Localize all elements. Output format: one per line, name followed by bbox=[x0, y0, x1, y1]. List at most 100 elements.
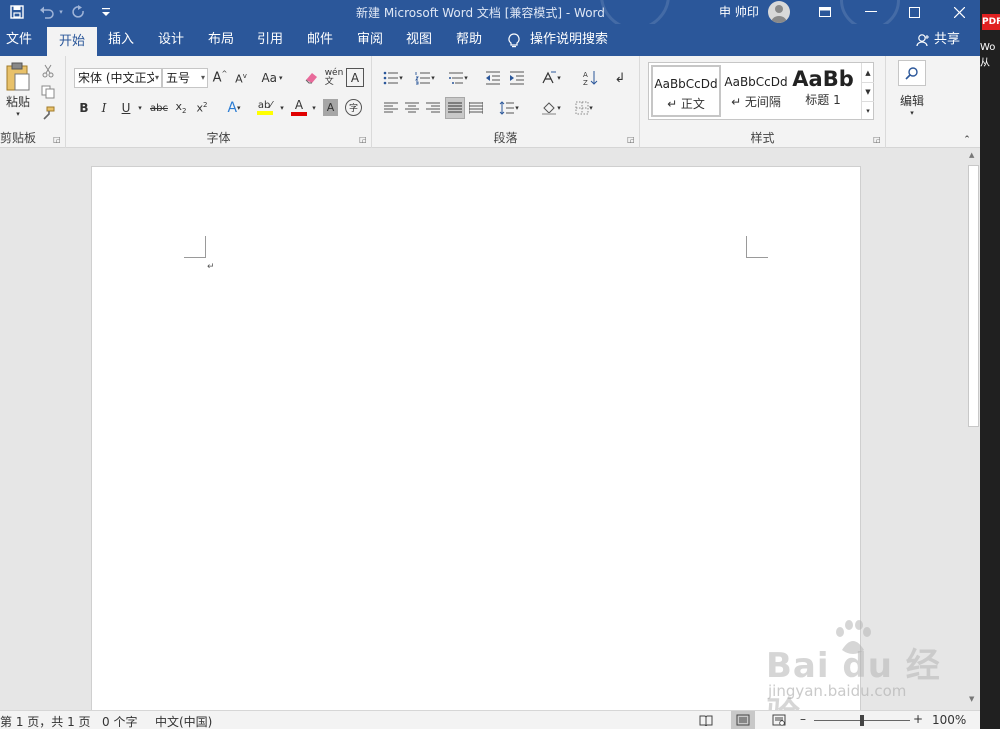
scroll-up-arrow-icon[interactable]: ▲ bbox=[969, 151, 974, 159]
tab-layout[interactable]: 布局 bbox=[208, 24, 234, 56]
tab-insert[interactable]: 插入 bbox=[108, 24, 134, 56]
tab-file[interactable]: 文件 bbox=[6, 24, 32, 56]
web-layout-button[interactable] bbox=[770, 712, 788, 728]
tab-review[interactable]: 审阅 bbox=[357, 24, 383, 56]
font-size-combo[interactable]: 五号 ▾ bbox=[162, 68, 208, 88]
style-no-spacing[interactable]: AaBbCcDd ↵ 无间隔 bbox=[721, 65, 791, 117]
close-button[interactable] bbox=[940, 0, 978, 24]
cut-button[interactable] bbox=[38, 61, 58, 81]
zoom-in-button[interactable]: + bbox=[913, 712, 923, 726]
font-color-icon: A bbox=[294, 98, 304, 112]
undo-dropdown[interactable]: ▾ bbox=[57, 0, 65, 24]
underline-button[interactable]: U bbox=[118, 98, 134, 118]
shrink-font-button[interactable]: Av bbox=[232, 70, 250, 88]
customize-quick-access-button[interactable] bbox=[100, 0, 112, 24]
font-launcher-icon[interactable]: ◲ bbox=[359, 135, 369, 145]
phonetic-guide-button[interactable]: wén 文 bbox=[324, 67, 344, 89]
scrollbar-thumb[interactable] bbox=[968, 165, 979, 427]
enclose-characters-button[interactable]: 字 bbox=[345, 99, 362, 116]
zoom-out-button[interactable]: – bbox=[800, 712, 806, 726]
justify-button[interactable] bbox=[445, 97, 465, 119]
shading-button[interactable]: ▾ bbox=[538, 98, 564, 118]
format-painter-button[interactable] bbox=[38, 103, 58, 123]
chinese-layout-button[interactable]: ▾ bbox=[538, 68, 564, 88]
superscript-button[interactable]: x2 bbox=[193, 98, 211, 118]
pdf-icon[interactable]: PDF bbox=[982, 14, 1000, 30]
tab-mailings[interactable]: 邮件 bbox=[307, 24, 333, 56]
copy-button[interactable] bbox=[38, 82, 58, 102]
document-page[interactable]: ↵ bbox=[91, 166, 861, 726]
share-button[interactable]: 共享 bbox=[916, 24, 960, 56]
editing-button[interactable]: 编辑 bbox=[892, 92, 932, 108]
page-count[interactable]: 第 1 页，共 1 页 bbox=[0, 713, 91, 729]
font-name-combo[interactable]: 宋体 (中文正文 ▾ bbox=[74, 68, 162, 88]
style-heading-1[interactable]: AaBb 标题 1 bbox=[791, 65, 855, 117]
tab-design[interactable]: 设计 bbox=[158, 24, 184, 56]
maximize-button[interactable] bbox=[895, 0, 933, 24]
sort-button[interactable]: AZ bbox=[580, 68, 600, 88]
chevron-down-icon: ▾ bbox=[154, 73, 159, 82]
font-color-button[interactable]: A bbox=[288, 96, 310, 118]
show-formatting-marks-button[interactable]: ↲ bbox=[610, 68, 630, 88]
undo-icon bbox=[40, 6, 54, 19]
text-effects-button[interactable]: A ▾ bbox=[224, 98, 244, 118]
ribbon-display-options-button[interactable] bbox=[806, 0, 844, 24]
collapse-ribbon-button[interactable]: ⌃ bbox=[960, 134, 974, 146]
styles-launcher-icon[interactable]: ◲ bbox=[873, 135, 883, 145]
underline-dropdown[interactable]: ▾ bbox=[135, 98, 145, 118]
align-center-button[interactable] bbox=[403, 98, 421, 118]
user-name[interactable]: 申 帅印 bbox=[719, 3, 759, 20]
tab-view[interactable]: 视图 bbox=[406, 24, 432, 56]
numbering-button[interactable]: ▾ bbox=[414, 68, 436, 88]
align-left-button[interactable] bbox=[382, 98, 400, 118]
tab-home[interactable]: 开始 bbox=[47, 27, 98, 56]
tab-references[interactable]: 引用 bbox=[257, 24, 283, 56]
find-button[interactable] bbox=[898, 60, 926, 86]
scroll-down-arrow-icon[interactable]: ▼ bbox=[969, 695, 974, 703]
clipboard-launcher-icon[interactable]: ◲ bbox=[53, 135, 63, 145]
bold-button[interactable]: B bbox=[76, 98, 92, 118]
redo-button[interactable] bbox=[70, 0, 88, 24]
grow-font-button[interactable]: A^ bbox=[211, 68, 229, 88]
change-case-button[interactable]: Aa ▾ bbox=[258, 68, 286, 88]
tab-help[interactable]: 帮助 bbox=[456, 24, 482, 56]
print-layout-button[interactable] bbox=[731, 711, 755, 729]
align-right-button[interactable] bbox=[424, 98, 442, 118]
zoom-slider-thumb[interactable] bbox=[860, 715, 864, 726]
clear-formatting-button[interactable] bbox=[302, 68, 322, 88]
subscript-button[interactable]: x2 bbox=[172, 98, 190, 118]
highlight-color-button[interactable]: ab⁄ bbox=[252, 96, 278, 118]
language-indicator[interactable]: 中文(中国) bbox=[155, 713, 212, 729]
minimize-button[interactable] bbox=[852, 0, 890, 24]
text-effects-icon: A bbox=[227, 100, 238, 116]
bullets-button[interactable]: ▾ bbox=[382, 68, 404, 88]
borders-button[interactable]: ▾ bbox=[570, 98, 598, 118]
styles-more-button[interactable]: ▾ bbox=[861, 101, 874, 119]
vertical-scrollbar[interactable]: ▲ ▼ bbox=[966, 149, 980, 710]
editing-label: 编辑 bbox=[899, 93, 924, 108]
font-color-dropdown[interactable]: ▾ bbox=[310, 98, 318, 118]
tell-me-search[interactable]: 操作说明搜索 bbox=[508, 24, 608, 56]
avatar[interactable] bbox=[768, 1, 790, 23]
style-normal[interactable]: AaBbCcDd ↵ 正文 bbox=[651, 65, 721, 117]
increase-indent-button[interactable] bbox=[508, 68, 526, 88]
strikethrough-button[interactable]: abc bbox=[148, 98, 170, 118]
paste-button[interactable]: 粘贴 ▾ bbox=[2, 60, 34, 120]
styles-scroll-down[interactable]: ▼ bbox=[861, 82, 874, 101]
italic-button[interactable]: I bbox=[96, 98, 112, 118]
character-shading-button[interactable]: A bbox=[323, 99, 338, 116]
highlight-dropdown[interactable]: ▾ bbox=[278, 98, 286, 118]
character-border-button[interactable]: A bbox=[346, 68, 364, 87]
undo-button[interactable] bbox=[36, 0, 58, 24]
read-mode-button[interactable] bbox=[698, 712, 714, 728]
styles-scroll-up[interactable]: ▲ bbox=[861, 63, 874, 82]
save-button[interactable] bbox=[6, 0, 28, 24]
zoom-level[interactable]: 100% bbox=[932, 713, 966, 727]
paragraph-launcher-icon[interactable]: ◲ bbox=[627, 135, 637, 145]
distributed-button[interactable] bbox=[467, 98, 485, 118]
decrease-indent-button[interactable] bbox=[484, 68, 502, 88]
line-spacing-button[interactable]: ▾ bbox=[496, 98, 522, 118]
multilevel-list-button[interactable]: ▾ bbox=[446, 68, 470, 88]
editing-dropdown[interactable]: ▾ bbox=[906, 108, 918, 118]
word-count[interactable]: 0 个字 bbox=[102, 713, 137, 729]
